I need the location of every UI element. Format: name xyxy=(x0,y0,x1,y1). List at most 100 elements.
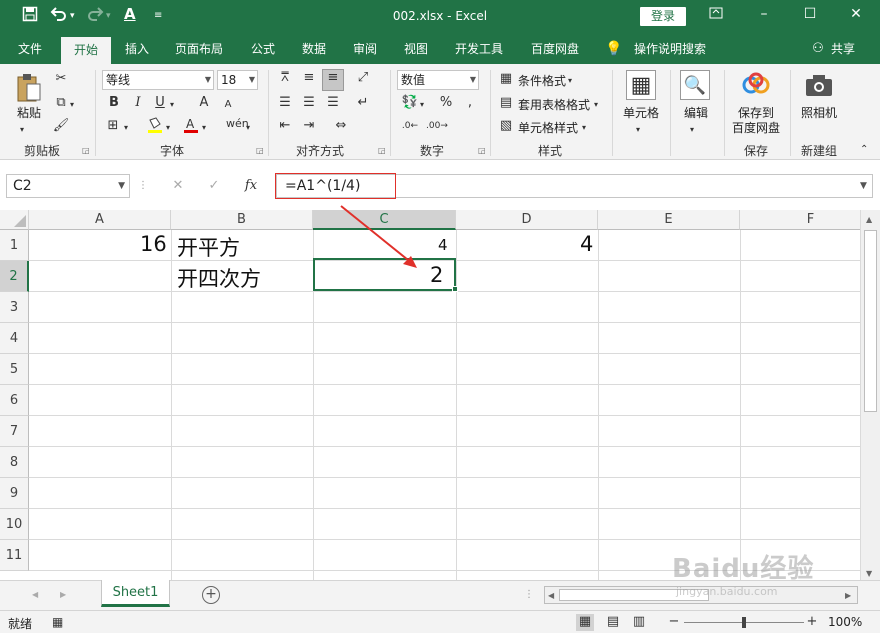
tab-developer[interactable]: 开发工具 xyxy=(446,34,512,64)
scroll-right-icon[interactable]: ▶ xyxy=(845,588,851,604)
increase-indent-icon[interactable]: ⇥ xyxy=(300,118,318,134)
align-top-icon[interactable]: ⩞ xyxy=(276,70,294,86)
align-bottom-icon[interactable]: ≡ xyxy=(322,69,344,91)
cell-c1[interactable]: 4 xyxy=(438,236,448,254)
tab-page-layout[interactable]: 页面布局 xyxy=(166,34,232,64)
align-center-icon[interactable]: ☰ xyxy=(300,95,318,111)
row-header-2[interactable]: 2 xyxy=(0,261,29,292)
row-header-3[interactable]: 3 xyxy=(0,292,29,323)
column-header-b[interactable]: B xyxy=(171,210,313,230)
cut-icon[interactable]: ✂ xyxy=(52,71,70,87)
copy-icon[interactable]: ⧉ xyxy=(52,95,70,111)
row-header-4[interactable]: 4 xyxy=(0,323,29,354)
underline-dropdown-icon[interactable]: ▾ xyxy=(170,97,174,113)
vertical-scrollbar[interactable]: ▲ ▼ xyxy=(860,210,880,580)
row-header-10[interactable]: 10 xyxy=(0,509,29,540)
font-size-select[interactable]: 18 ▼ xyxy=(217,70,258,90)
wrap-text-icon[interactable]: ↵ xyxy=(352,95,374,111)
conditional-formatting-button[interactable]: 条件格式 xyxy=(518,72,566,89)
decrease-indent-icon[interactable]: ⇤ xyxy=(276,118,294,134)
format-as-table-button[interactable]: 套用表格格式 xyxy=(518,96,590,113)
number-format-select[interactable]: 数值 ▼ xyxy=(397,70,479,90)
sheet-scroll-left-icon[interactable]: ◀ xyxy=(32,587,38,603)
scroll-up-icon[interactable]: ▲ xyxy=(866,212,872,228)
tab-baidu-netdisk[interactable]: 百度网盘 xyxy=(520,34,590,64)
row-header-6[interactable]: 6 xyxy=(0,385,29,416)
alignment-launcher-icon[interactable]: ◲ xyxy=(378,146,386,155)
conditional-formatting-icon[interactable]: ▦ xyxy=(498,71,514,87)
borders-dropdown-icon[interactable]: ▾ xyxy=(124,120,128,136)
phonetic-dropdown-icon[interactable]: ▾ xyxy=(246,120,250,136)
split-handle-icon[interactable]: ⋮ xyxy=(524,587,534,603)
merge-center-icon[interactable]: ⇔ xyxy=(330,118,352,134)
accounting-dropdown-icon[interactable]: ▾ xyxy=(420,97,424,113)
format-as-table-icon[interactable]: ▤ xyxy=(498,95,514,111)
baidu-netdisk-icon[interactable] xyxy=(740,72,772,100)
borders-icon[interactable]: ⊞ xyxy=(104,118,122,134)
editing-search-icon[interactable]: 🔍 xyxy=(680,70,710,100)
decrease-decimal-icon[interactable]: .00→ xyxy=(426,118,448,134)
macro-record-icon[interactable]: ▦ xyxy=(52,614,63,630)
italic-button[interactable]: I xyxy=(130,95,146,111)
tab-review[interactable]: 审阅 xyxy=(343,34,387,64)
increase-font-size-button[interactable]: A xyxy=(196,95,212,111)
page-break-view-icon[interactable]: ▥ xyxy=(630,614,648,630)
align-middle-icon[interactable]: ≡ xyxy=(300,70,318,86)
cancel-icon[interactable]: ✕ xyxy=(170,178,186,194)
align-right-icon[interactable]: ☰ xyxy=(324,95,342,111)
login-button[interactable]: 登录 xyxy=(640,7,686,26)
row-header-11[interactable]: 11 xyxy=(0,540,29,571)
font-name-select[interactable]: 等线 ▼ xyxy=(102,70,214,90)
cells-button[interactable]: 单元格 xyxy=(618,106,664,121)
underline-button[interactable]: U xyxy=(152,95,168,111)
accounting-format-icon[interactable]: 💱 xyxy=(400,95,420,111)
tab-insert[interactable]: 插入 xyxy=(116,34,158,64)
share-button[interactable]: 共享 xyxy=(826,34,860,64)
fill-handle[interactable] xyxy=(452,286,458,292)
row-header-8[interactable]: 8 xyxy=(0,447,29,478)
cell-styles-button[interactable]: 单元格样式 xyxy=(518,119,578,136)
collapse-ribbon-icon[interactable]: ⌃ xyxy=(860,142,868,158)
row-header-9[interactable]: 9 xyxy=(0,478,29,509)
sheet-scroll-right-icon[interactable]: ▶ xyxy=(60,587,66,603)
close-icon[interactable]: ✕ xyxy=(846,6,866,22)
vertical-scroll-thumb[interactable] xyxy=(864,230,877,412)
cell-d1[interactable]: 4 xyxy=(580,232,593,256)
phonetic-guide-icon[interactable]: wén xyxy=(226,116,249,132)
cell-b1[interactable]: 开平方 xyxy=(177,232,240,262)
minimize-icon[interactable]: – xyxy=(754,6,774,22)
percent-style-icon[interactable]: % xyxy=(438,95,454,111)
cell-a1[interactable]: 16 xyxy=(140,232,167,256)
insert-function-button[interactable]: fx xyxy=(242,178,260,194)
cells-icon[interactable]: ▦ xyxy=(626,70,656,100)
tab-data[interactable]: 数据 xyxy=(292,34,336,64)
orientation-icon[interactable]: ⤢ xyxy=(352,70,374,86)
row-header-7[interactable]: 7 xyxy=(0,416,29,447)
font-launcher-icon[interactable]: ◲ xyxy=(256,146,264,155)
bold-button[interactable]: B xyxy=(106,95,122,111)
select-all-corner[interactable] xyxy=(0,210,29,230)
align-left-icon[interactable]: ☰ xyxy=(276,95,294,111)
number-launcher-icon[interactable]: ◲ xyxy=(478,146,486,155)
zoom-slider-thumb[interactable] xyxy=(742,617,746,628)
column-header-d[interactable]: D xyxy=(456,210,598,230)
tab-file[interactable]: 文件 xyxy=(8,34,52,64)
row-header-1[interactable]: 1 xyxy=(0,230,29,261)
font-color-dropdown-icon[interactable]: ▾ xyxy=(202,120,206,136)
copy-dropdown-icon[interactable]: ▾ xyxy=(70,97,74,113)
tell-me-search[interactable]: 操作说明搜索 xyxy=(628,34,712,64)
column-header-a[interactable]: A xyxy=(29,210,171,230)
enter-check-icon[interactable]: ✓ xyxy=(206,178,222,194)
cell-styles-icon[interactable]: ▧ xyxy=(498,118,514,134)
tab-formulas[interactable]: 公式 xyxy=(241,34,285,64)
fill-color-dropdown-icon[interactable]: ▾ xyxy=(166,120,170,136)
camera-icon[interactable] xyxy=(804,72,834,100)
comma-style-icon[interactable]: , xyxy=(462,95,478,111)
camera-button[interactable]: 照相机 xyxy=(796,106,842,121)
format-painter-icon[interactable]: 🖌 xyxy=(52,118,70,134)
page-layout-view-icon[interactable]: ▤ xyxy=(604,614,622,630)
decrease-font-size-button[interactable]: A xyxy=(220,97,236,113)
scroll-left-icon[interactable]: ◀ xyxy=(548,588,554,604)
ribbon-display-options-icon[interactable] xyxy=(706,6,726,24)
add-sheet-icon[interactable]: + xyxy=(202,586,220,604)
